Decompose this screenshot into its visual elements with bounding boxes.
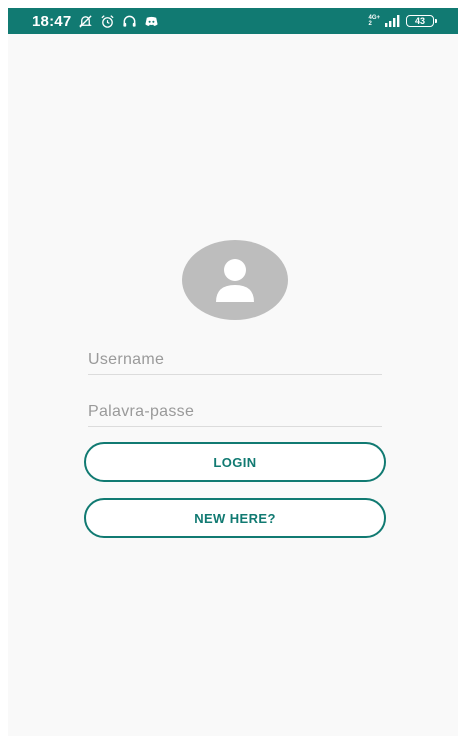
person-icon [216,259,254,302]
username-field-container [88,346,382,375]
network-sim-label: 2 [368,21,372,27]
alarm-icon [99,13,115,29]
username-input[interactable] [88,346,382,374]
battery-icon: 43 [406,15,437,27]
status-right: 4G+ 2 43 [368,8,437,34]
signal-icon [384,13,400,29]
new-here-button[interactable]: NEW HERE? [84,498,386,538]
headphones-icon [121,13,137,29]
status-bar: 18:47 4G+ 2 43 [8,8,458,34]
status-left: 18:47 [32,8,159,34]
network-type: 4G+ 2 [368,15,380,27]
login-button[interactable]: LOGIN [84,442,386,482]
avatar [182,240,288,320]
battery-level: 43 [414,16,425,26]
mute-bell-icon [77,13,93,29]
app-screen: 18:47 4G+ 2 43 Username LOGIN NEW HERE? [8,8,458,736]
status-time: 18:47 [32,12,72,30]
password-input[interactable] [88,398,382,426]
discord-icon [143,13,159,29]
password-field-container [88,398,382,427]
